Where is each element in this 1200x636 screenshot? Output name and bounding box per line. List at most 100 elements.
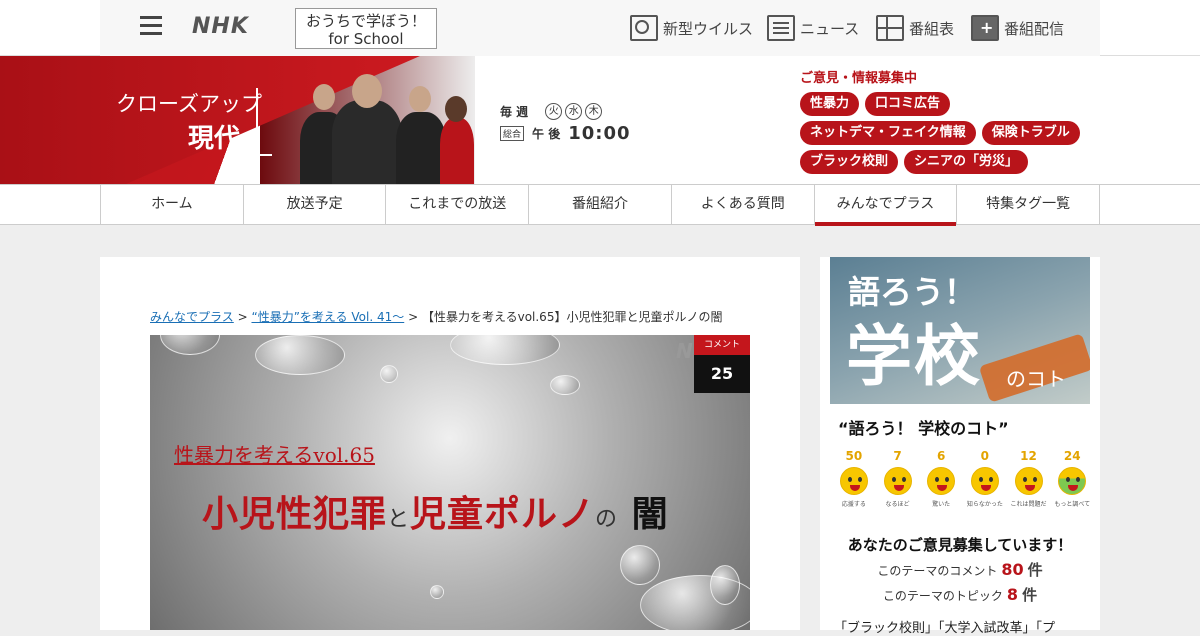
program-guide-label: 番組表 (909, 19, 955, 38)
hero-title-e: 闇 (631, 493, 669, 535)
reaction-surprised[interactable]: 6 驚いた (919, 449, 963, 509)
tag-word-of-mouth[interactable]: 口コミ広告 (865, 92, 951, 116)
day-tue: 火 (545, 102, 563, 120)
reaction-investigate[interactable]: 24 もっと調べて (1050, 449, 1094, 509)
school-line1: おうちで学ぼう！ (305, 12, 426, 30)
comment-count: 25 (694, 355, 750, 393)
nav-schedule[interactable]: 放送予定 (242, 185, 386, 225)
day-wed: 水 (565, 102, 583, 120)
reaction-support[interactable]: 50 応援する (832, 449, 876, 509)
streaming-link-label: 番組配信 (1004, 19, 1065, 38)
main-nav: ホーム 放送予定 これまでの放送 番組紹介 よくある質問 みんなでプラス 特集タ… (0, 184, 1200, 226)
reaction-count: 12 (1020, 449, 1037, 463)
image-text2: 学校 (846, 318, 982, 395)
broadcast-schedule: 毎 週 火水木 総合 午 後 10:00 (500, 100, 631, 144)
breadcrumb-sep: > (237, 310, 248, 324)
hero-title: 小児性犯罪と児童ポルノの 闇 (202, 485, 669, 537)
show-title-line2: 現代 (188, 124, 241, 154)
reaction-problem[interactable]: 12 これは問題だ (1007, 449, 1051, 509)
program-guide-link[interactable]: 番組表 (876, 14, 954, 42)
virus-icon (630, 15, 658, 41)
show-title-line1: クローズアップ (116, 92, 262, 116)
sidebar: 語ろう！ 学校 のコト “語ろう！ 学校のコト” 50 応援する 7 なるほど … (820, 257, 1100, 636)
nhk-logo[interactable]: NHK (192, 14, 249, 39)
nav-program-info[interactable]: 番組紹介 (528, 185, 671, 225)
program-banner: クローズアップ 現代 毎 週 火水木 総合 午 後 10:00 ご意見・情報募集… (0, 56, 1200, 184)
breadcrumb-sep: > (408, 310, 419, 324)
reaction-count: 24 (1063, 449, 1081, 463)
breadcrumb-link-series[interactable]: “性暴力”を考える Vol. 41～ (251, 310, 404, 324)
surprised-face-icon (927, 467, 956, 495)
school-topic-image[interactable]: 語ろう！ 学校 のコト (830, 257, 1090, 404)
hero-title-a: 小児性犯罪 (202, 493, 388, 535)
nav-minna-plus[interactable]: みんなでプラス (813, 185, 957, 226)
reaction-count: 50 (845, 449, 863, 463)
nav-faq[interactable]: よくある質問 (670, 185, 814, 225)
reaction-label: なるほど (885, 501, 910, 508)
menu-icon[interactable] (140, 16, 162, 36)
reaction-count: 6 (937, 449, 946, 463)
opinion-cta: あなたのご意見募集しています！ (847, 536, 1073, 554)
hero-title-c: 児童ポルノ (410, 493, 596, 535)
for-school-link[interactable]: おうちで学ぼう！ for School (295, 8, 437, 49)
topic-tags-line[interactable]: 「ブラック校則」「大学入試改革」「プ (834, 617, 1055, 636)
reaction-label: もっと調べて (1054, 501, 1091, 508)
nav-home[interactable]: ホーム (100, 185, 243, 225)
channel-badge: 総合 (500, 125, 525, 141)
hero-title-b: と (387, 507, 411, 532)
stat-label: このテーマのコメント (877, 564, 998, 578)
nav-tags[interactable]: 特集タグ一覧 (956, 185, 1101, 225)
virus-link-label: 新型ウイルス (663, 19, 754, 38)
schedule-weekly: 毎 週 (500, 104, 529, 119)
main-content: みんなでプラス > “性暴力”を考える Vol. 41～ > 【性暴力を考えるv… (100, 257, 800, 630)
stat-value: 80 (1001, 560, 1024, 579)
plus-play-icon (971, 15, 999, 41)
news-link-label: ニュース (800, 19, 860, 38)
reaction-label: 応援する (841, 501, 866, 508)
tag-senior-labor[interactable]: シニアの「労災」 (904, 150, 1029, 174)
article-hero-image: N 性暴力を考えるvol.65 小児性犯罪と児童ポルノの 闇 コメント 25 (150, 335, 750, 630)
stat-label: このテーマのトピック (882, 589, 1003, 603)
breadcrumb-current: 【性暴力を考えるvol.65】小児性犯罪と児童ポルノの闇 (421, 310, 723, 324)
comment-stat: このテーマのコメント 80 件 (820, 559, 1100, 580)
reaction-label: 知らなかった (966, 501, 1003, 508)
breadcrumb: みんなでプラス > “性暴力”を考える Vol. 41～ > 【性暴力を考えるv… (150, 308, 722, 325)
curious-face-icon (970, 467, 999, 495)
streaming-link[interactable]: 番組配信 (971, 14, 1064, 42)
school-line2: for School (328, 30, 404, 48)
reaction-bar: 50 応援する 7 なるほど 6 驚いた 0 知らなかった 12 これは問題だ … (832, 449, 1094, 509)
tag-sexual-violence[interactable]: 性暴力 (800, 92, 860, 116)
topic-stat: このテーマのトピック 8 件 (820, 584, 1100, 605)
reaction-label: これは問題だ (1010, 501, 1047, 508)
sidebar-title[interactable]: “語ろう！ 学校のコト” (838, 415, 1009, 439)
reaction-didnt-know[interactable]: 0 知らなかった (963, 449, 1007, 509)
reaction-count: 7 (893, 449, 902, 463)
tag-school-rules[interactable]: ブラック校則 (800, 150, 899, 174)
news-link[interactable]: ニュース (767, 14, 859, 42)
investigating-face-icon (1058, 467, 1087, 495)
thinking-face-icon (883, 467, 912, 495)
comment-count-badge[interactable]: コメント 25 (694, 335, 750, 393)
tag-insurance[interactable]: 保険トラブル (981, 121, 1080, 145)
news-icon (767, 15, 795, 41)
opinion-tags: 性暴力 口コミ広告 ネットデマ・フェイク情報 保険トラブル ブラック校則 シニア… (800, 92, 1100, 179)
tag-fake-news[interactable]: ネットデマ・フェイク情報 (800, 121, 976, 145)
stat-unit: 件 (1022, 586, 1038, 604)
nav-past-broadcasts[interactable]: これまでの放送 (385, 185, 528, 225)
smile-face-icon (839, 467, 868, 495)
reaction-i-see[interactable]: 7 なるほど (876, 449, 920, 509)
program-guide-icon (876, 15, 904, 41)
breadcrumb-link-minna-plus[interactable]: みんなでプラス (150, 310, 234, 324)
hero-nhk-logo: N (676, 339, 693, 363)
reaction-label: 驚いた (932, 501, 951, 508)
stat-value: 8 (1006, 585, 1019, 604)
opinion-heading: ご意見・情報募集中 (800, 71, 918, 86)
comment-label: コメント (694, 335, 750, 355)
image-text3: のコト (1006, 367, 1066, 391)
day-thu: 木 (585, 102, 603, 120)
reaction-count: 0 (980, 449, 990, 463)
schedule-ampm: 午 後 (532, 126, 561, 141)
virus-link[interactable]: 新型ウイルス (630, 14, 753, 42)
banner-image[interactable]: クローズアップ 現代 (0, 56, 475, 184)
hero-title-d: の (595, 507, 619, 532)
